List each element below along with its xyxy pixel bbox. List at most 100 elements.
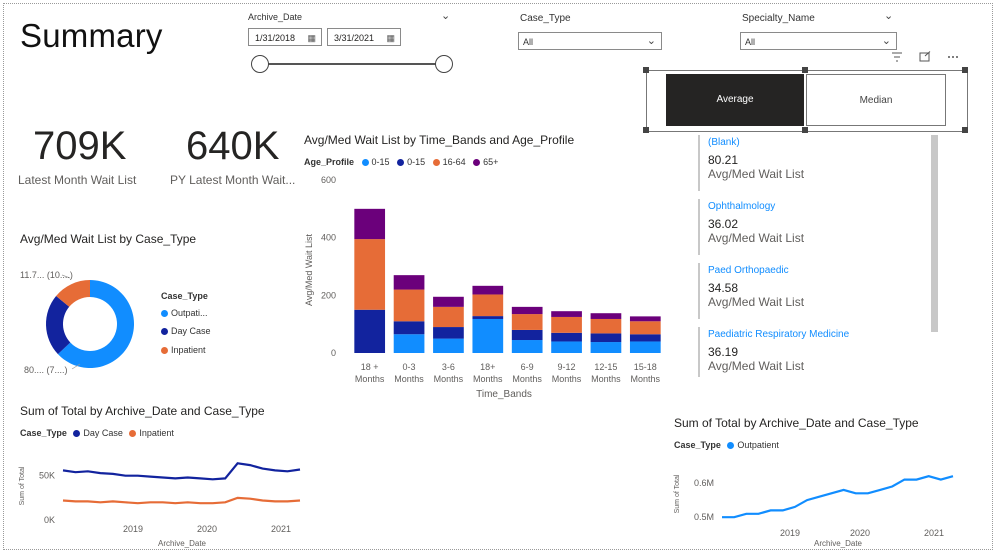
bar-segment[interactable] xyxy=(590,313,622,319)
resize-handle[interactable] xyxy=(643,127,649,133)
bar-segment[interactable] xyxy=(551,311,582,317)
legend-marker xyxy=(161,310,168,317)
average-toggle-button[interactable]: Average xyxy=(666,74,804,126)
line-x-tick: 2020 xyxy=(850,528,870,538)
line-left-legend-item[interactable]: Inpatient xyxy=(129,428,174,438)
bar-segment[interactable] xyxy=(551,316,582,333)
resize-handle[interactable] xyxy=(802,127,808,133)
line-chart-right-title: Sum of Total by Archive_Date and Case_Ty… xyxy=(674,416,919,430)
bar-segment[interactable] xyxy=(629,334,661,342)
line-chart-left: 0K 50K 2019 2020 2021 Sum of Total Archive_D… xyxy=(19,462,301,548)
calendar-icon[interactable]: ▦ xyxy=(307,29,316,47)
calendar-icon[interactable]: ▦ xyxy=(386,29,395,47)
chevron-down-icon[interactable]: ⌄ xyxy=(884,9,893,22)
card-paed-orthopaedic[interactable]: Paed Orthopaedic 34.58 Avg/Med Wait List xyxy=(708,265,804,309)
resize-handle[interactable] xyxy=(962,127,968,133)
line-left-legend-item[interactable]: Day Case xyxy=(73,428,123,438)
resize-handle[interactable] xyxy=(643,67,649,73)
line-x-tick: 2020 xyxy=(197,524,217,534)
bar-segment[interactable] xyxy=(629,321,661,335)
cards-scrollbar[interactable] xyxy=(931,135,938,332)
bar-segment[interactable] xyxy=(393,289,425,322)
bar-chart: 0 200 400 600 18 + Months 0-3 Months 3-6 Months 18… xyxy=(304,175,661,400)
bar-x-tick: 6-9 xyxy=(521,362,534,372)
legend-label: 0-15 xyxy=(407,157,426,167)
filter-icon[interactable] xyxy=(890,50,904,62)
bar-segment[interactable] xyxy=(590,342,622,353)
end-date-input[interactable]: 3/31/2021 ▦ xyxy=(327,28,401,46)
bar-segment[interactable] xyxy=(393,275,425,290)
bar-segment[interactable] xyxy=(511,314,543,330)
start-date-input[interactable]: 1/31/2018 ▦ xyxy=(248,28,322,46)
bar-segment[interactable] xyxy=(551,341,582,353)
legend-label: Outpati... xyxy=(171,308,208,318)
more-options-icon[interactable] xyxy=(946,50,960,62)
bar-y-tick: 400 xyxy=(321,233,336,243)
bar-segment[interactable] xyxy=(433,296,464,307)
card-paediatric-respiratory[interactable]: Paediatric Respiratory Medicine 36.19 Av… xyxy=(708,329,849,373)
bar-segment[interactable] xyxy=(472,318,504,353)
bar-segment[interactable] xyxy=(354,239,386,310)
bar-segment[interactable] xyxy=(433,338,464,353)
card-label: Avg/Med Wait List xyxy=(708,295,805,309)
line-y-tick: 0.5M xyxy=(694,512,714,522)
bar-segment[interactable] xyxy=(433,306,464,328)
card-accent-bar xyxy=(698,199,700,255)
range-end-handle[interactable] xyxy=(435,55,453,73)
focus-mode-icon[interactable] xyxy=(918,50,932,62)
line-y-tick: 0.6M xyxy=(694,478,714,488)
bar-x-axis-title: Time_Bands xyxy=(476,389,532,400)
bar-segment[interactable] xyxy=(354,208,386,240)
line-right-y-axis-title: Sum of Total xyxy=(674,474,681,513)
bar-x-tick: 3-6 xyxy=(442,362,455,372)
line-series[interactable] xyxy=(62,496,301,505)
bar-y-tick: 0 xyxy=(331,348,336,358)
legend-label: Inpatient xyxy=(171,345,206,355)
bar-segment[interactable] xyxy=(590,333,622,343)
bar-legend-item[interactable]: 16-64 xyxy=(432,157,466,167)
bar-segment[interactable] xyxy=(472,285,504,295)
line-x-tick: 2021 xyxy=(924,528,944,538)
bar-x-tick: Months xyxy=(434,374,464,384)
resize-handle[interactable] xyxy=(962,67,968,73)
donut-legend-item[interactable]: Outpati... xyxy=(161,308,208,318)
chevron-down-icon[interactable]: ⌄ xyxy=(441,9,450,22)
line-chart-right: 0.5M 0.6M 2019 2020 2021 Sum of Total Archiv… xyxy=(674,474,954,548)
line-x-tick: 2019 xyxy=(123,524,143,534)
bar-legend-item[interactable]: 0-15 xyxy=(397,157,425,167)
card-ophthalmology[interactable]: Ophthalmology 36.02 Avg/Med Wait List xyxy=(708,201,804,245)
bar-segment[interactable] xyxy=(472,316,504,319)
bar-x-tick: 18+ xyxy=(480,362,495,372)
donut-legend-item[interactable]: Inpatient xyxy=(161,345,206,355)
bar-x-tick: Months xyxy=(552,374,582,384)
bar-segment[interactable] xyxy=(511,306,543,315)
line-right-legend-item[interactable]: Outpatient xyxy=(727,440,779,450)
range-start-handle[interactable] xyxy=(251,55,269,73)
line-series[interactable] xyxy=(722,475,954,519)
case-type-dropdown[interactable]: All ⌄ xyxy=(518,32,662,50)
bar-segment[interactable] xyxy=(354,309,386,353)
card-specialty-name: Ophthalmology xyxy=(708,201,776,212)
resize-handle[interactable] xyxy=(802,67,808,73)
bar-segment[interactable] xyxy=(472,294,504,317)
legend-marker xyxy=(73,430,81,437)
line-x-tick: 2021 xyxy=(271,524,291,534)
bar-x-tick: 0-3 xyxy=(403,362,416,372)
specialty-dropdown[interactable]: All ⌄ xyxy=(740,32,897,50)
bar-legend-item[interactable]: 65+ xyxy=(473,157,498,167)
bar-segment[interactable] xyxy=(551,332,582,342)
card-blank[interactable]: (Blank) 80.21 Avg/Med Wait List xyxy=(708,137,804,181)
bar-segment[interactable] xyxy=(511,340,543,353)
line-series[interactable] xyxy=(62,462,301,481)
bar-segment[interactable] xyxy=(433,327,464,339)
median-toggle-button[interactable]: Median xyxy=(806,74,946,126)
line-right-x-axis-title: Archive_Date xyxy=(814,539,863,548)
bar-segment[interactable] xyxy=(393,321,425,335)
bar-segment[interactable] xyxy=(393,334,425,353)
bar-legend-item[interactable]: 0-15 xyxy=(361,157,390,167)
bar-segment[interactable] xyxy=(629,341,661,353)
donut-legend-item[interactable]: Day Case xyxy=(161,326,211,336)
bar-segment[interactable] xyxy=(511,329,543,341)
bar-segment[interactable] xyxy=(629,316,661,322)
bar-segment[interactable] xyxy=(590,318,622,334)
